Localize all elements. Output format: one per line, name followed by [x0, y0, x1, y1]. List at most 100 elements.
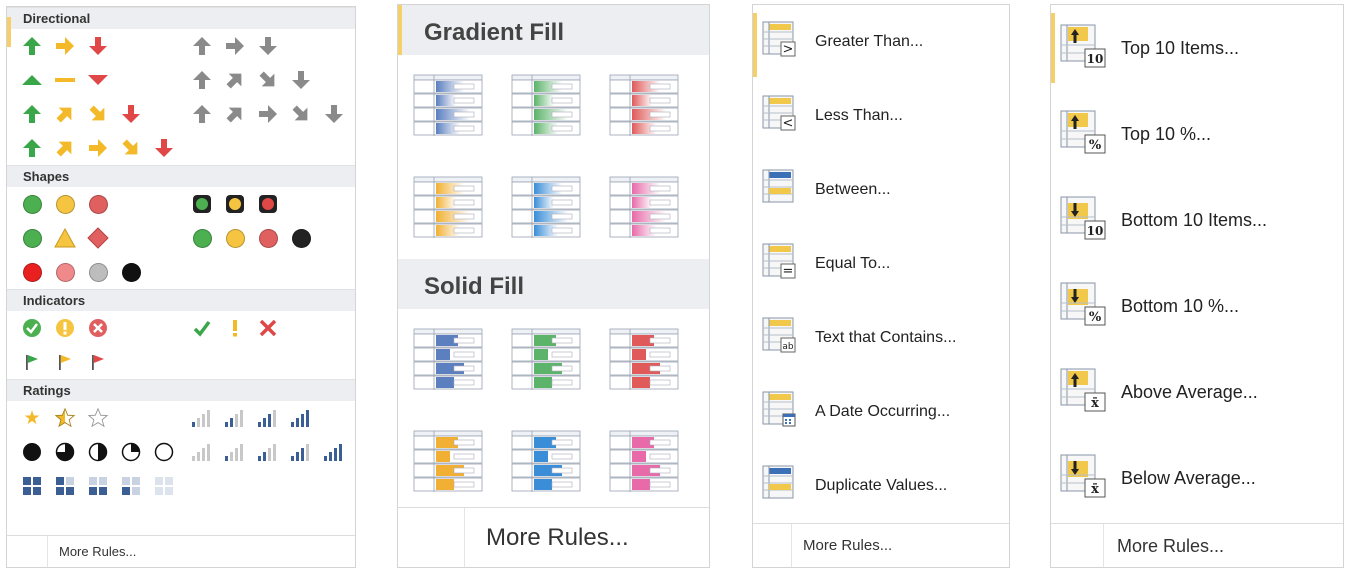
icon-set-3-arrows-colored[interactable] [19, 29, 118, 63]
solid-green-data-bar[interactable] [510, 328, 582, 392]
gradient-green-data-bar[interactable] [510, 74, 582, 138]
less-than-icon: < [761, 94, 801, 139]
icon-set-row[interactable] [7, 187, 355, 221]
top-bottom-rule-top-10-items[interactable]: 10 Top 10 Items... [1051, 5, 1343, 91]
icon-set-row[interactable] [7, 97, 355, 131]
half-circle-icon [85, 438, 111, 466]
top-bottom-rule-top-10-percent[interactable]: % Top 10 %... [1051, 91, 1343, 177]
top-bottom-rule-above-average[interactable]: x̄ Above Average... [1051, 349, 1343, 435]
top-bottom-rule-bottom-10-items[interactable]: 10 Bottom 10 Items... [1051, 177, 1343, 263]
icon-set-5-boxes[interactable] [19, 469, 184, 503]
icon-set-row[interactable]: ★ [7, 401, 355, 435]
between-icon [761, 168, 801, 213]
highlight-rule-label: Equal To... [815, 255, 891, 272]
icon-set-3-signs[interactable] [19, 221, 118, 255]
top-bottom-rule-bottom-10-percent[interactable]: % Bottom 10 %... [1051, 263, 1343, 349]
icon-set-3-traffic-lights-rimmed[interactable] [189, 187, 288, 221]
icon-set-row[interactable] [7, 345, 355, 379]
icon-set-row[interactable] [7, 469, 355, 503]
icon-set-3-symbols-circled[interactable] [19, 311, 118, 345]
highlight-rule-duplicate-values[interactable]: Duplicate Values... [753, 449, 1009, 523]
svg-text:=: = [783, 264, 794, 279]
icon-set-red-to-black[interactable] [19, 255, 151, 289]
exclamation-icon [222, 314, 248, 342]
gradient-blue-data-bar[interactable] [412, 74, 484, 138]
check-circle-icon [19, 314, 45, 342]
gradient-light-blue-data-bar[interactable] [510, 176, 582, 240]
full-circle-icon [19, 438, 45, 466]
svg-text:<: < [783, 116, 794, 131]
icon-set-3-stars[interactable]: ★ [19, 401, 118, 435]
icon-set-5-arrows-gray[interactable] [189, 97, 354, 131]
icon-set-3-triangles[interactable] [19, 63, 118, 97]
date-occurring-icon [761, 390, 801, 435]
icon-set-row[interactable] [7, 435, 355, 469]
top-bottom-rule-label: Top 10 Items... [1121, 37, 1240, 58]
signal-bars-1-icon [222, 438, 248, 466]
yellow-flag-icon [52, 348, 78, 376]
more-rules-link[interactable]: More Rules... [1051, 523, 1343, 567]
gray-up-arrow-icon [189, 100, 215, 128]
yellow-right-arrow-icon [52, 32, 78, 60]
more-rules-link[interactable]: More Rules... [753, 523, 1009, 567]
icon-set-3-flags[interactable] [19, 345, 118, 379]
solid-red-data-bar[interactable] [608, 328, 680, 392]
icon-set-5-arrows-colored[interactable] [19, 131, 184, 165]
exclamation-circle-icon [52, 314, 78, 342]
highlight-rule-label: Duplicate Values... [815, 477, 948, 494]
icon-set-5-quarters[interactable] [19, 435, 184, 469]
highlight-rules-list: > Greater Than... < Less Than... Between... =… [753, 5, 1009, 523]
signal-bars-3-icon [255, 404, 281, 432]
icon-set-5-ratings[interactable] [189, 435, 354, 469]
green-up-arrow-icon [19, 32, 45, 60]
icon-set-row[interactable] [7, 131, 355, 165]
highlight-rule-date-occurring[interactable]: A Date Occurring... [753, 375, 1009, 449]
gradient-fill-grid [398, 55, 709, 259]
svg-text:>: > [783, 42, 794, 57]
more-rules-link[interactable]: More Rules... [398, 507, 709, 567]
red-circle-icon [255, 224, 281, 252]
icon-set-3-symbols-uncircled[interactable] [189, 311, 288, 345]
yellow-circle-icon [52, 190, 78, 218]
highlight-rule-label: Between... [815, 181, 891, 198]
gradient-orange-data-bar[interactable] [412, 176, 484, 240]
red-flag-icon [85, 348, 111, 376]
gray-right-arrow-icon [255, 100, 281, 128]
red-triangle-down-icon [85, 66, 111, 94]
icon-set-3-traffic-lights-unrimmed[interactable] [19, 187, 118, 221]
solid-pink-data-bar[interactable] [608, 430, 680, 494]
equal-to-icon: = [761, 242, 801, 287]
highlight-rule-less-than[interactable]: < Less Than... [753, 79, 1009, 153]
more-rules-label: More Rules... [803, 537, 893, 554]
highlight-rule-between[interactable]: Between... [753, 153, 1009, 227]
top-bottom-rule-label: Below Average... [1121, 467, 1256, 488]
icon-set-row[interactable] [7, 29, 355, 63]
icon-set-row[interactable] [7, 255, 355, 289]
icon-set-row[interactable] [7, 221, 355, 255]
solid-light-blue-data-bar[interactable] [510, 430, 582, 494]
gradient-pink-data-bar[interactable] [608, 176, 680, 240]
icon-set-row[interactable] [7, 311, 355, 345]
icon-set-4-ratings[interactable] [189, 401, 321, 435]
highlight-rule-text-contains[interactable]: ab Text that Contains... [753, 301, 1009, 375]
icon-set-4-traffic-lights[interactable] [189, 221, 321, 255]
highlight-rule-greater-than[interactable]: > Greater Than... [753, 5, 1009, 79]
icon-set-4-arrows-gray[interactable] [189, 63, 321, 97]
svg-text:10: 10 [1087, 52, 1104, 66]
signal-bars-4-icon [288, 404, 314, 432]
solid-blue-data-bar[interactable] [412, 328, 484, 392]
section-indicators: Indicators [7, 289, 355, 311]
more-rules-link[interactable]: More Rules... [7, 535, 355, 567]
gradient-red-data-bar[interactable] [608, 74, 680, 138]
yellow-dash-icon [52, 66, 78, 94]
highlight-rule-equal-to[interactable]: = Equal To... [753, 227, 1009, 301]
top-bottom-rule-below-average[interactable]: x̄ Below Average... [1051, 435, 1343, 521]
icon-set-row[interactable] [7, 63, 355, 97]
three-quarter-circle-icon [52, 438, 78, 466]
boxes-3-icon [52, 472, 78, 500]
solid-orange-data-bar[interactable] [412, 430, 484, 494]
icon-set-3-arrows-gray[interactable] [189, 29, 288, 63]
icon-set-4-arrows-colored[interactable] [19, 97, 151, 131]
green-rimmed-light-icon [189, 190, 215, 218]
x-mark-icon [255, 314, 281, 342]
